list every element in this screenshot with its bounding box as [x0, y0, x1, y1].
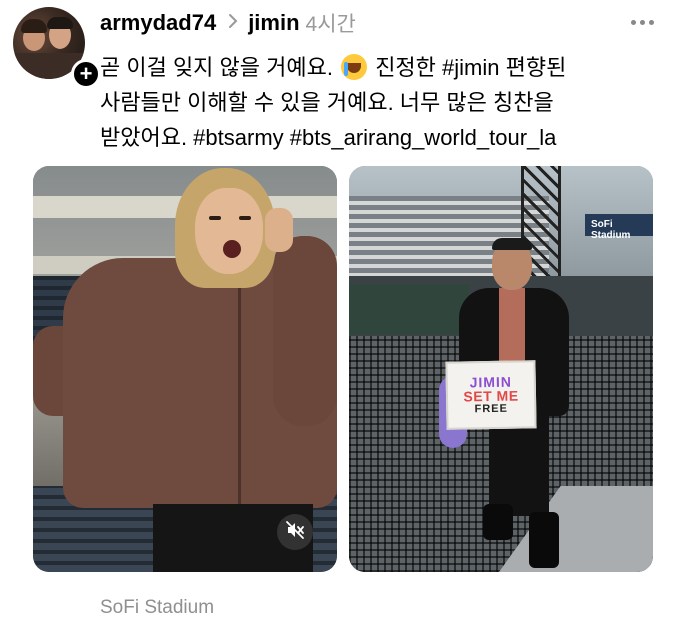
more-options-button[interactable]: [624, 8, 660, 36]
thread-post: + armydad74 jimin 4시간 곧 이걸 잊지 않을 거예요. 진정…: [0, 0, 680, 625]
media-image-2[interactable]: SoFi Stadium JIMIN SET ME FREE: [349, 166, 653, 572]
author-avatar-container: +: [13, 7, 101, 89]
follow-button[interactable]: +: [71, 59, 101, 89]
author-username[interactable]: armydad74: [100, 10, 216, 36]
sign-line-3: FREE: [474, 402, 509, 416]
muted-speaker-icon: [285, 520, 305, 545]
crying-face-emoji-icon: [341, 54, 368, 80]
fan-sign: JIMIN SET ME FREE: [445, 360, 537, 430]
post-caption: 곧 이걸 잊지 않을 거예요. 진정한 #jimin 편향된 사람들만 이해할 …: [100, 50, 660, 155]
caption-line-3: 받았어요. #btsarmy #bts_arirang_world_tour_l…: [100, 125, 557, 150]
post-timestamp: 4시간: [305, 13, 356, 36]
chevron-right-icon: [228, 13, 238, 34]
plus-icon: +: [79, 61, 93, 86]
mute-toggle-button[interactable]: [277, 514, 313, 550]
topic-tag[interactable]: jimin: [248, 10, 299, 36]
caption-line-1: 곧 이걸 잊지 않을 거예요. 진정한 #jimin 편향된: [100, 54, 567, 80]
media-video-1[interactable]: [33, 166, 337, 572]
more-dots-icon: [630, 19, 636, 25]
stadium-screen: SoFi Stadium: [585, 214, 653, 241]
caption-line-2: 사람들만 이해할 수 있을 거예요. 너무 많은 칭찬을: [100, 90, 554, 115]
location-tag[interactable]: SoFi Stadium: [100, 597, 214, 619]
post-header: armydad74 jimin 4시간: [100, 8, 356, 38]
